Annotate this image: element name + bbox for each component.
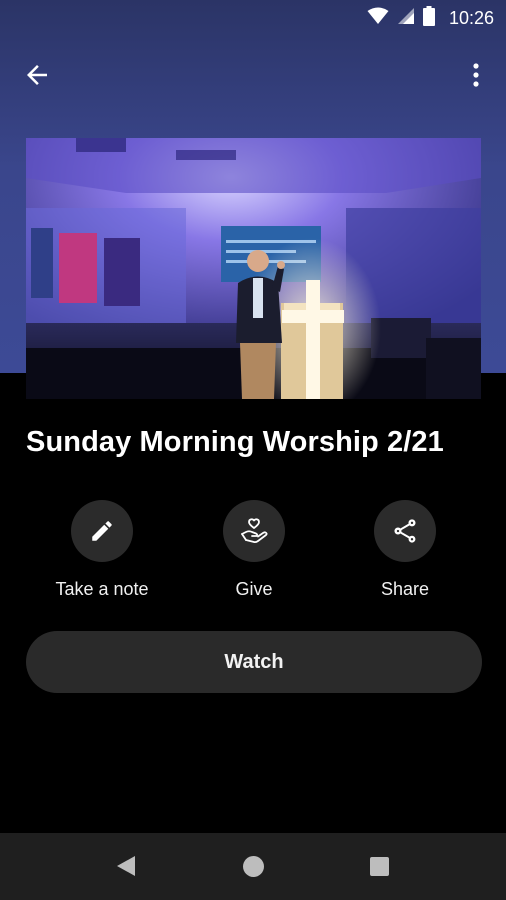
status-bar: 10:26 — [0, 0, 506, 36]
give-action[interactable]: Give — [179, 500, 329, 600]
status-time: 10:26 — [448, 7, 494, 28]
watch-button[interactable]: Watch — [26, 631, 482, 693]
back-button[interactable] — [22, 60, 52, 90]
arrow-left-icon — [27, 65, 47, 85]
sermon-title: Sunday Morning Worship 2/21 — [26, 426, 444, 458]
nav-recents-icon[interactable] — [370, 857, 389, 876]
sermon-hero-image — [26, 138, 481, 399]
battery-icon — [422, 5, 435, 31]
share-button[interactable] — [374, 500, 436, 562]
wifi-icon — [367, 7, 389, 30]
hand-heart-icon — [241, 518, 268, 544]
system-navigation-bar — [0, 833, 506, 900]
give-button[interactable] — [223, 500, 285, 562]
take-note-action[interactable]: Take a note — [27, 500, 177, 600]
give-label: Give — [235, 579, 273, 599]
nav-home-icon[interactable] — [243, 856, 264, 877]
share-icon — [394, 519, 416, 543]
share-action[interactable]: Share — [330, 500, 480, 600]
more-vertical-icon — [473, 63, 479, 87]
pencil-icon — [92, 521, 112, 541]
cellular-signal-icon — [397, 7, 415, 30]
take-note-label: Take a note — [55, 579, 149, 599]
app-bar — [0, 48, 506, 100]
more-options-button[interactable] — [464, 60, 488, 90]
nav-back-icon[interactable] — [116, 855, 136, 882]
take-note-button[interactable] — [71, 500, 133, 562]
share-label: Share — [380, 579, 430, 599]
